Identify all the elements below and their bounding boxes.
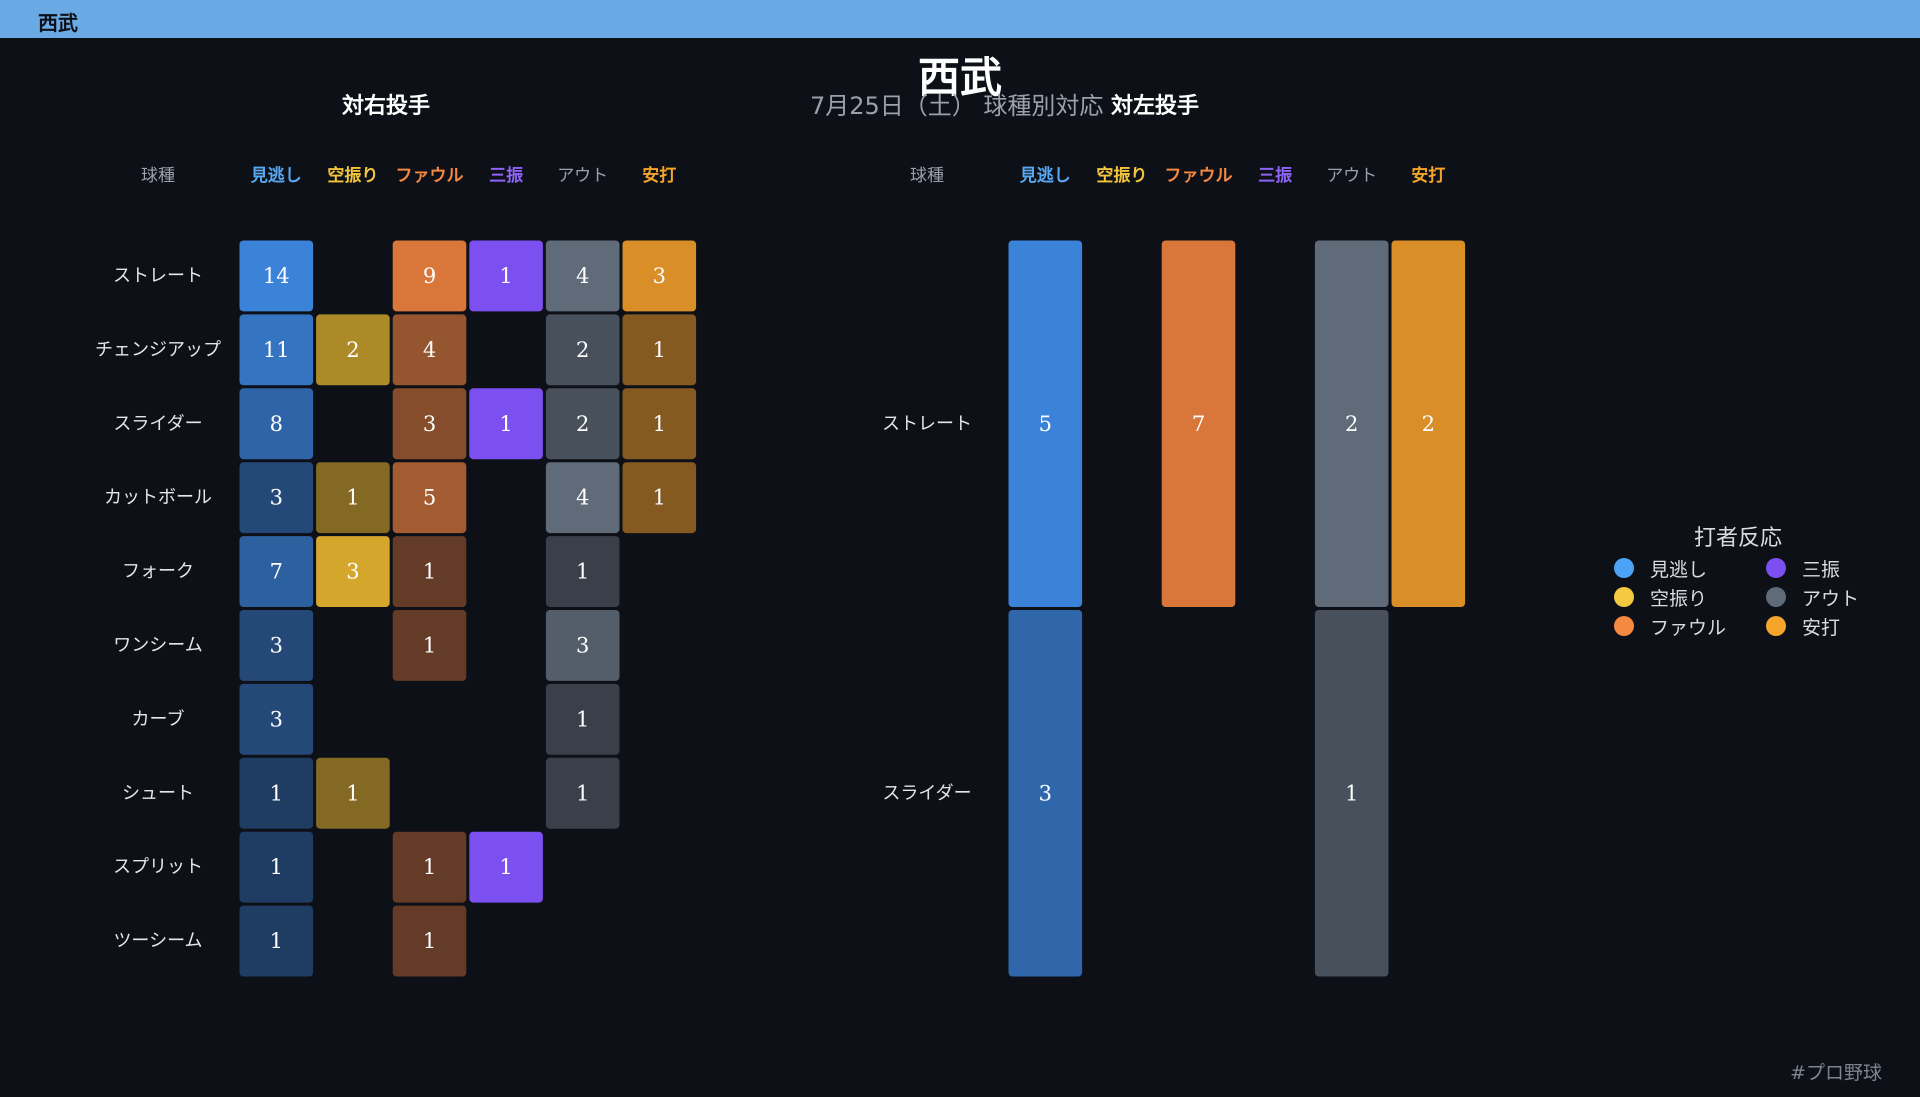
cell-value: 3 [423,412,436,436]
cell-value: 1 [499,264,512,288]
column-header: 三振 [489,165,523,186]
legend-title: 打者反応 [1693,526,1782,551]
legend-label: アウト [1802,587,1860,610]
cell-value: 3 [576,633,589,657]
legend-label: 見逃し [1650,558,1708,581]
cell-value: 5 [423,486,436,510]
cell-value: 2 [576,412,589,436]
legend-items: 見逃し 三振空振り アウトファウル 安打 [1598,556,1878,639]
cell-value: 3 [270,633,283,657]
cell-value: 9 [423,264,436,288]
cell-value: 4 [423,338,436,362]
cell-value: 1 [423,855,436,879]
cell-value: 11 [263,338,290,362]
cell-value: 1 [653,486,666,510]
row-label: シュート [122,783,194,804]
row-header-label: 球種 [910,166,944,186]
cell-value: 4 [576,486,589,510]
column-header: 見逃し [1019,165,1071,186]
column-header: アウト [557,166,608,186]
hashtag: #プロ野球 [1790,1062,1882,1084]
column-header: ファウル [1165,166,1233,186]
row-label: スプリット [113,857,203,878]
column-header: 空振り [327,165,378,186]
cell-value: 3 [346,560,359,584]
column-header: 三振 [1258,165,1292,186]
legend-item: ファウル [1598,614,1750,639]
legend-item: 空振り [1598,585,1750,610]
cell-value: 3 [270,486,283,510]
cell-value: 1 [576,560,589,584]
cell-value: 7 [1192,412,1205,436]
row-label: チェンジアップ [95,339,221,360]
cell-value: 1 [653,338,666,362]
cell-value: 3 [270,707,283,731]
cell-value: 1 [576,707,589,731]
cell-value: 4 [576,264,589,288]
cell-value: 1 [576,781,589,805]
legend-item: 安打 [1750,614,1878,639]
cell-value: 1 [499,412,512,436]
row-label: ワンシーム [113,635,202,656]
cell-value: 1 [270,781,283,805]
column-header: 見逃し [250,165,302,186]
cell-value: 2 [576,338,589,362]
legend-dot [1766,616,1786,636]
cell-value: 1 [270,929,283,953]
column-header: 安打 [642,165,676,186]
legend-dot [1766,587,1786,607]
legend-label: 安打 [1802,616,1841,639]
row-label: ストレート [882,413,972,434]
legend-item: 見逃し [1598,556,1750,581]
cell-value: 2 [1422,412,1435,436]
cell-value: 5 [1039,412,1052,436]
legend-dot [1614,587,1634,607]
cell-value: 1 [346,781,359,805]
cell-value: 14 [263,264,290,288]
legend-item: アウト [1750,585,1878,610]
column-header: ファウル [396,166,464,186]
row-label: フォーク [122,561,194,582]
legend-label: 三振 [1802,558,1841,581]
row-label: スライダー [882,783,971,804]
cell-value: 1 [346,486,359,510]
legend-label: ファウル [1650,616,1727,639]
legend: 打者反応 見逃し 三振空振り アウトファウル 安打 [1598,520,1878,639]
row-header-label: 球種 [141,166,175,186]
row-label: カットボール [104,487,212,508]
column-header: 安打 [1411,165,1445,186]
legend-dot [1614,558,1634,578]
cell-value: 7 [270,560,283,584]
row-label: スライダー [113,413,202,434]
legend-dot [1614,616,1634,636]
cell-value: 1 [423,929,436,953]
cell-value: 8 [270,412,283,436]
cell-value: 1 [423,560,436,584]
cell-value: 1 [499,855,512,879]
legend-label: 空振り [1650,587,1708,610]
cell-value: 1 [653,412,666,436]
cell-value: 3 [653,264,666,288]
column-header: 空振り [1096,165,1147,186]
cell-value: 2 [346,338,359,362]
cell-value: 1 [1345,781,1358,805]
legend-dot [1766,558,1786,578]
column-header: アウト [1326,166,1377,186]
cell-value: 3 [1039,781,1052,805]
legend-item: 三振 [1750,556,1878,581]
cell-value: 1 [270,855,283,879]
row-label: カーブ [132,708,185,730]
cell-value: 1 [423,633,436,657]
row-label: ストレート [113,265,203,286]
cell-value: 2 [1345,412,1358,436]
row-label: ツーシーム [113,931,202,952]
